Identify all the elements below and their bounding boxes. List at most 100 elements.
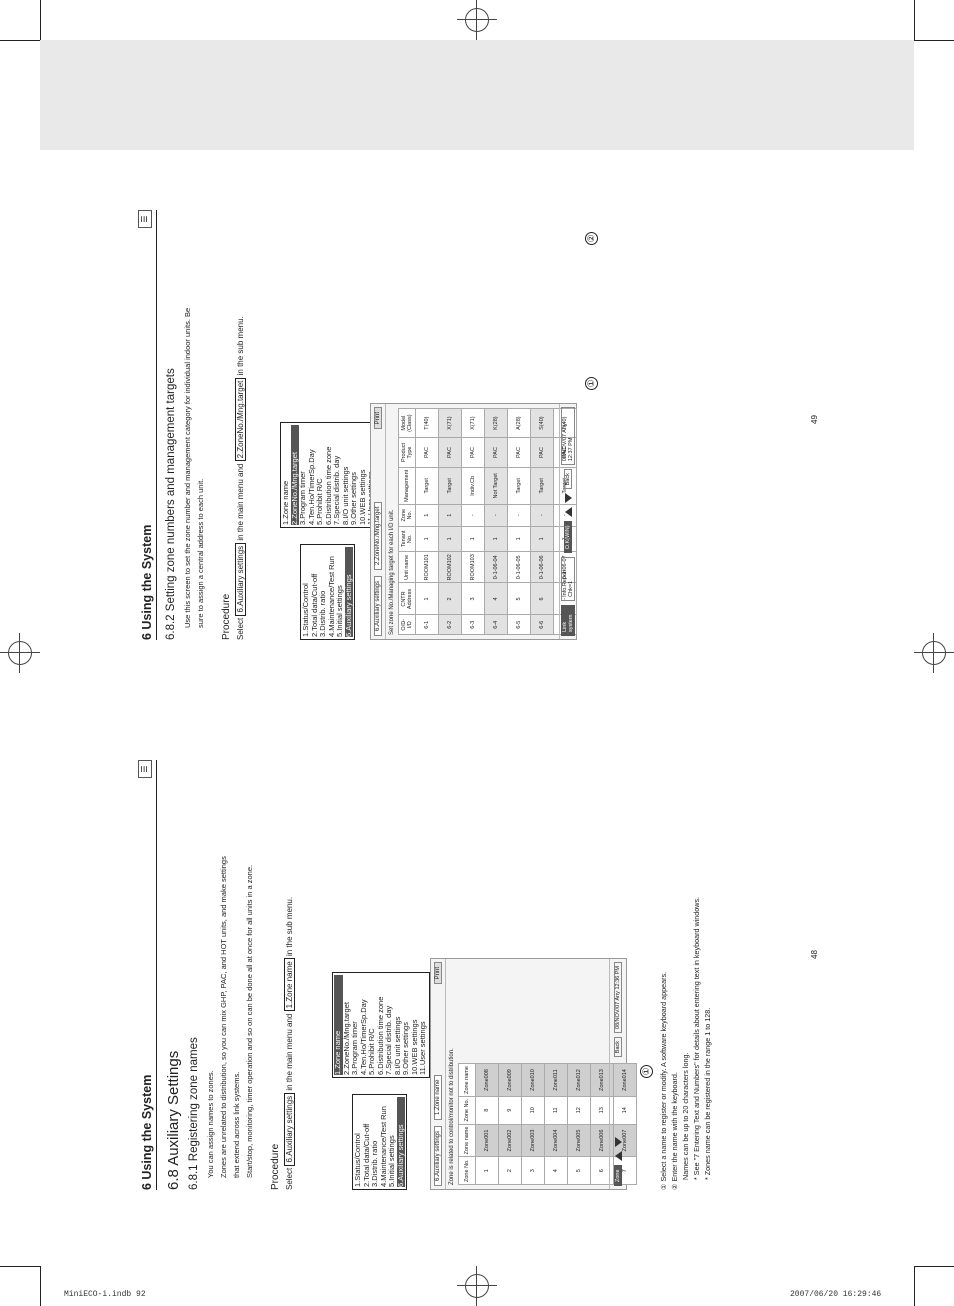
chapter-heading: 6 Using the System ☰: [138, 760, 157, 1190]
zone-button[interactable]: Zone: [614, 1165, 622, 1186]
main-menu: 1.Status/Control 2.Total data/Cut-off 3.…: [352, 1094, 407, 1190]
page-number-right: 49: [809, 415, 819, 424]
sub-dropdown[interactable]: 2.ZoneNo./Mng.target: [374, 501, 382, 570]
zone-no-cell[interactable]: 1: [415, 504, 439, 527]
ok-button[interactable]: O.K(WIN): [564, 521, 572, 554]
back-button[interactable]: Back: [564, 469, 572, 490]
timestamp: 08/NOV/07 Any 12:36 PM: [614, 962, 622, 1033]
left-page: 6 Using the System ☰ 6.8 Auxiliary Setti…: [138, 730, 712, 1190]
management-cell[interactable]: Target: [530, 467, 554, 505]
management-cell[interactable]: Target: [415, 467, 439, 505]
notes-list: ① Select a name to register or modify. A…: [658, 720, 713, 1190]
zone-name-cell[interactable]: Zone005: [567, 1124, 591, 1157]
chapter-heading: 6 Using the System ☰: [138, 210, 157, 640]
main-dropdown[interactable]: 6.Auxiliary settings: [434, 1125, 442, 1186]
crop-mark: [40, 1266, 41, 1306]
main-menu: 1.Status/Control 2.Total data/Cut-off 3.…: [300, 544, 355, 640]
registration-mark: [457, 0, 497, 40]
column-header: Model (Class): [398, 408, 416, 438]
crop-mark: [0, 40, 40, 41]
zone-name-cell[interactable]: Zone011: [544, 1063, 568, 1097]
callout-1: ①: [585, 377, 598, 390]
zone-name-cell[interactable]: Zone012: [567, 1063, 591, 1097]
zone-no-cell[interactable]: 1: [438, 504, 462, 527]
table-row: 6-3 3 ROOM103 1 - Indiv.Cb PAC X(71): [461, 408, 485, 635]
print-button[interactable]: Print: [374, 407, 382, 430]
callout-2: ②: [585, 232, 598, 245]
scroll-down-icon[interactable]: [614, 1137, 622, 1148]
screen-info: Zone is related to control/monitor not t…: [449, 1048, 455, 1185]
link-system-button[interactable]: Link system: [561, 604, 575, 636]
footer-left: MiniECO-i.indb 92: [64, 1290, 146, 1299]
crop-mark: [914, 1266, 915, 1306]
screen-bottom-bar: Zone Back 08/NOV/07 Any 12:36 PM: [609, 959, 626, 1189]
menu-item-selected[interactable]: 6.Auxiliary settings: [344, 547, 353, 637]
management-cell[interactable]: Indiv.Cb: [461, 467, 485, 505]
sub-menu: 1.Zone name 2.ZoneNo./Mng.target 3.Progr…: [280, 422, 378, 528]
column-header: Management: [398, 467, 416, 505]
zone-name-cell[interactable]: Zone002: [498, 1124, 522, 1157]
crop-mark: [0, 1266, 40, 1267]
zone-name-cell[interactable]: Zone010: [521, 1063, 545, 1097]
zone-no-cell[interactable]: -: [461, 504, 485, 527]
note: * Zones name can be registered in the ra…: [703, 1007, 712, 1180]
note: ② Enter the name with the keyboard.: [670, 1072, 679, 1190]
table-row: 6-6 6 0-1-06-06 1 - Target PAC S(40): [530, 408, 554, 635]
screen-toolbar: 6.Auxiliary settings 2.ZoneNo./Mng.targe…: [371, 404, 386, 639]
column-header: Product Type: [398, 437, 416, 468]
management-cell[interactable]: Target: [507, 467, 531, 505]
header-band: [40, 40, 914, 150]
zone-name-cell[interactable]: Zone004: [544, 1124, 568, 1157]
submenu-item[interactable]: 11.User settings: [418, 975, 428, 1075]
menu-item-selected[interactable]: 6.Auxiliary settings: [396, 1097, 405, 1187]
column-header: Zone name: [458, 1063, 476, 1097]
zone-no-cell[interactable]: -: [507, 504, 531, 527]
scroll-up-icon[interactable]: [564, 507, 572, 518]
crop-mark: [40, 0, 41, 40]
note: Names can be up to 20 characters long.: [681, 1052, 690, 1180]
zone-name-screen: 6.Auxiliary settings 1.Zone name Print Z…: [430, 958, 637, 1190]
page-number-left: 48: [809, 950, 819, 959]
back-button[interactable]: Back: [614, 1036, 622, 1058]
column-header: Zone No.: [458, 1156, 476, 1185]
procedure-text: Select 6.Auxiliary settings in the main …: [284, 896, 295, 1190]
footer-right: 2007/06/20 16:29:46: [790, 1290, 882, 1299]
scroll-down-icon[interactable]: [564, 493, 572, 504]
management-cell[interactable]: Target: [438, 467, 462, 505]
crop-mark: [914, 40, 954, 41]
unit-table: O/D-I/D CNTR Address Unit name Tenant No…: [398, 408, 577, 635]
main-dropdown[interactable]: 6.Auxiliary settings: [374, 575, 382, 636]
scroll-up-icon[interactable]: [614, 1151, 622, 1162]
screen-bottom-bar: Link system Info.Report Chk=1 O.K(WIN) B…: [559, 404, 576, 639]
zone-name-cell[interactable]: Zone001: [475, 1124, 499, 1157]
zone-no-cell[interactable]: -: [484, 504, 508, 527]
book-icon: ☰: [138, 760, 152, 778]
book-icon: ☰: [138, 210, 152, 228]
zone-name-cell[interactable]: Zone009: [498, 1063, 522, 1097]
print-button[interactable]: Print: [434, 962, 442, 985]
table-row: 6-5 5 0-1-06-05 1 - Target PAC A(28): [507, 408, 531, 635]
note: * See "7 Entering Text and Numbers" for …: [692, 896, 701, 1180]
crop-mark: [914, 0, 915, 40]
screen-info: Set zone No./Managing target for each I/…: [389, 509, 395, 635]
timestamp: 08/NOV/07 Any 12:37 PM: [561, 407, 575, 466]
column-header: Zone No.: [398, 504, 416, 527]
info-report-button[interactable]: Info.Report Chk=1: [561, 557, 575, 601]
zone-no-cell[interactable]: -: [530, 504, 554, 527]
column-header: Zone name: [458, 1124, 476, 1157]
zone-name-cell[interactable]: Zone003: [521, 1124, 545, 1157]
section-title: 6.8 Auxiliary Settings: [165, 1050, 182, 1190]
column-header: Tenant No.: [398, 526, 416, 552]
subsection-title: 6.8.2 Setting zone numbers and managemen…: [165, 368, 177, 640]
table-row: 6-1 1 ROOM101 1 1 Target PAC T(40): [415, 408, 439, 635]
zone-name-cell[interactable]: Zone008: [475, 1063, 499, 1097]
column-header: Zone No.: [458, 1096, 476, 1125]
intro-paragraph: You can assign names to zones. Zones are…: [206, 856, 254, 1178]
table-row: 6-4 4 0-1-06-04 1 - Not Target PAC K(28): [484, 408, 508, 635]
crop-mark: [914, 1266, 954, 1267]
table-row: 3 Zone003 10 Zone010: [521, 1063, 545, 1185]
column-header: O/D-I/D: [398, 614, 416, 635]
sub-dropdown[interactable]: 1.Zone name: [434, 1074, 442, 1120]
column-header: Unit name: [398, 551, 416, 583]
management-cell[interactable]: Not Target: [484, 467, 508, 505]
